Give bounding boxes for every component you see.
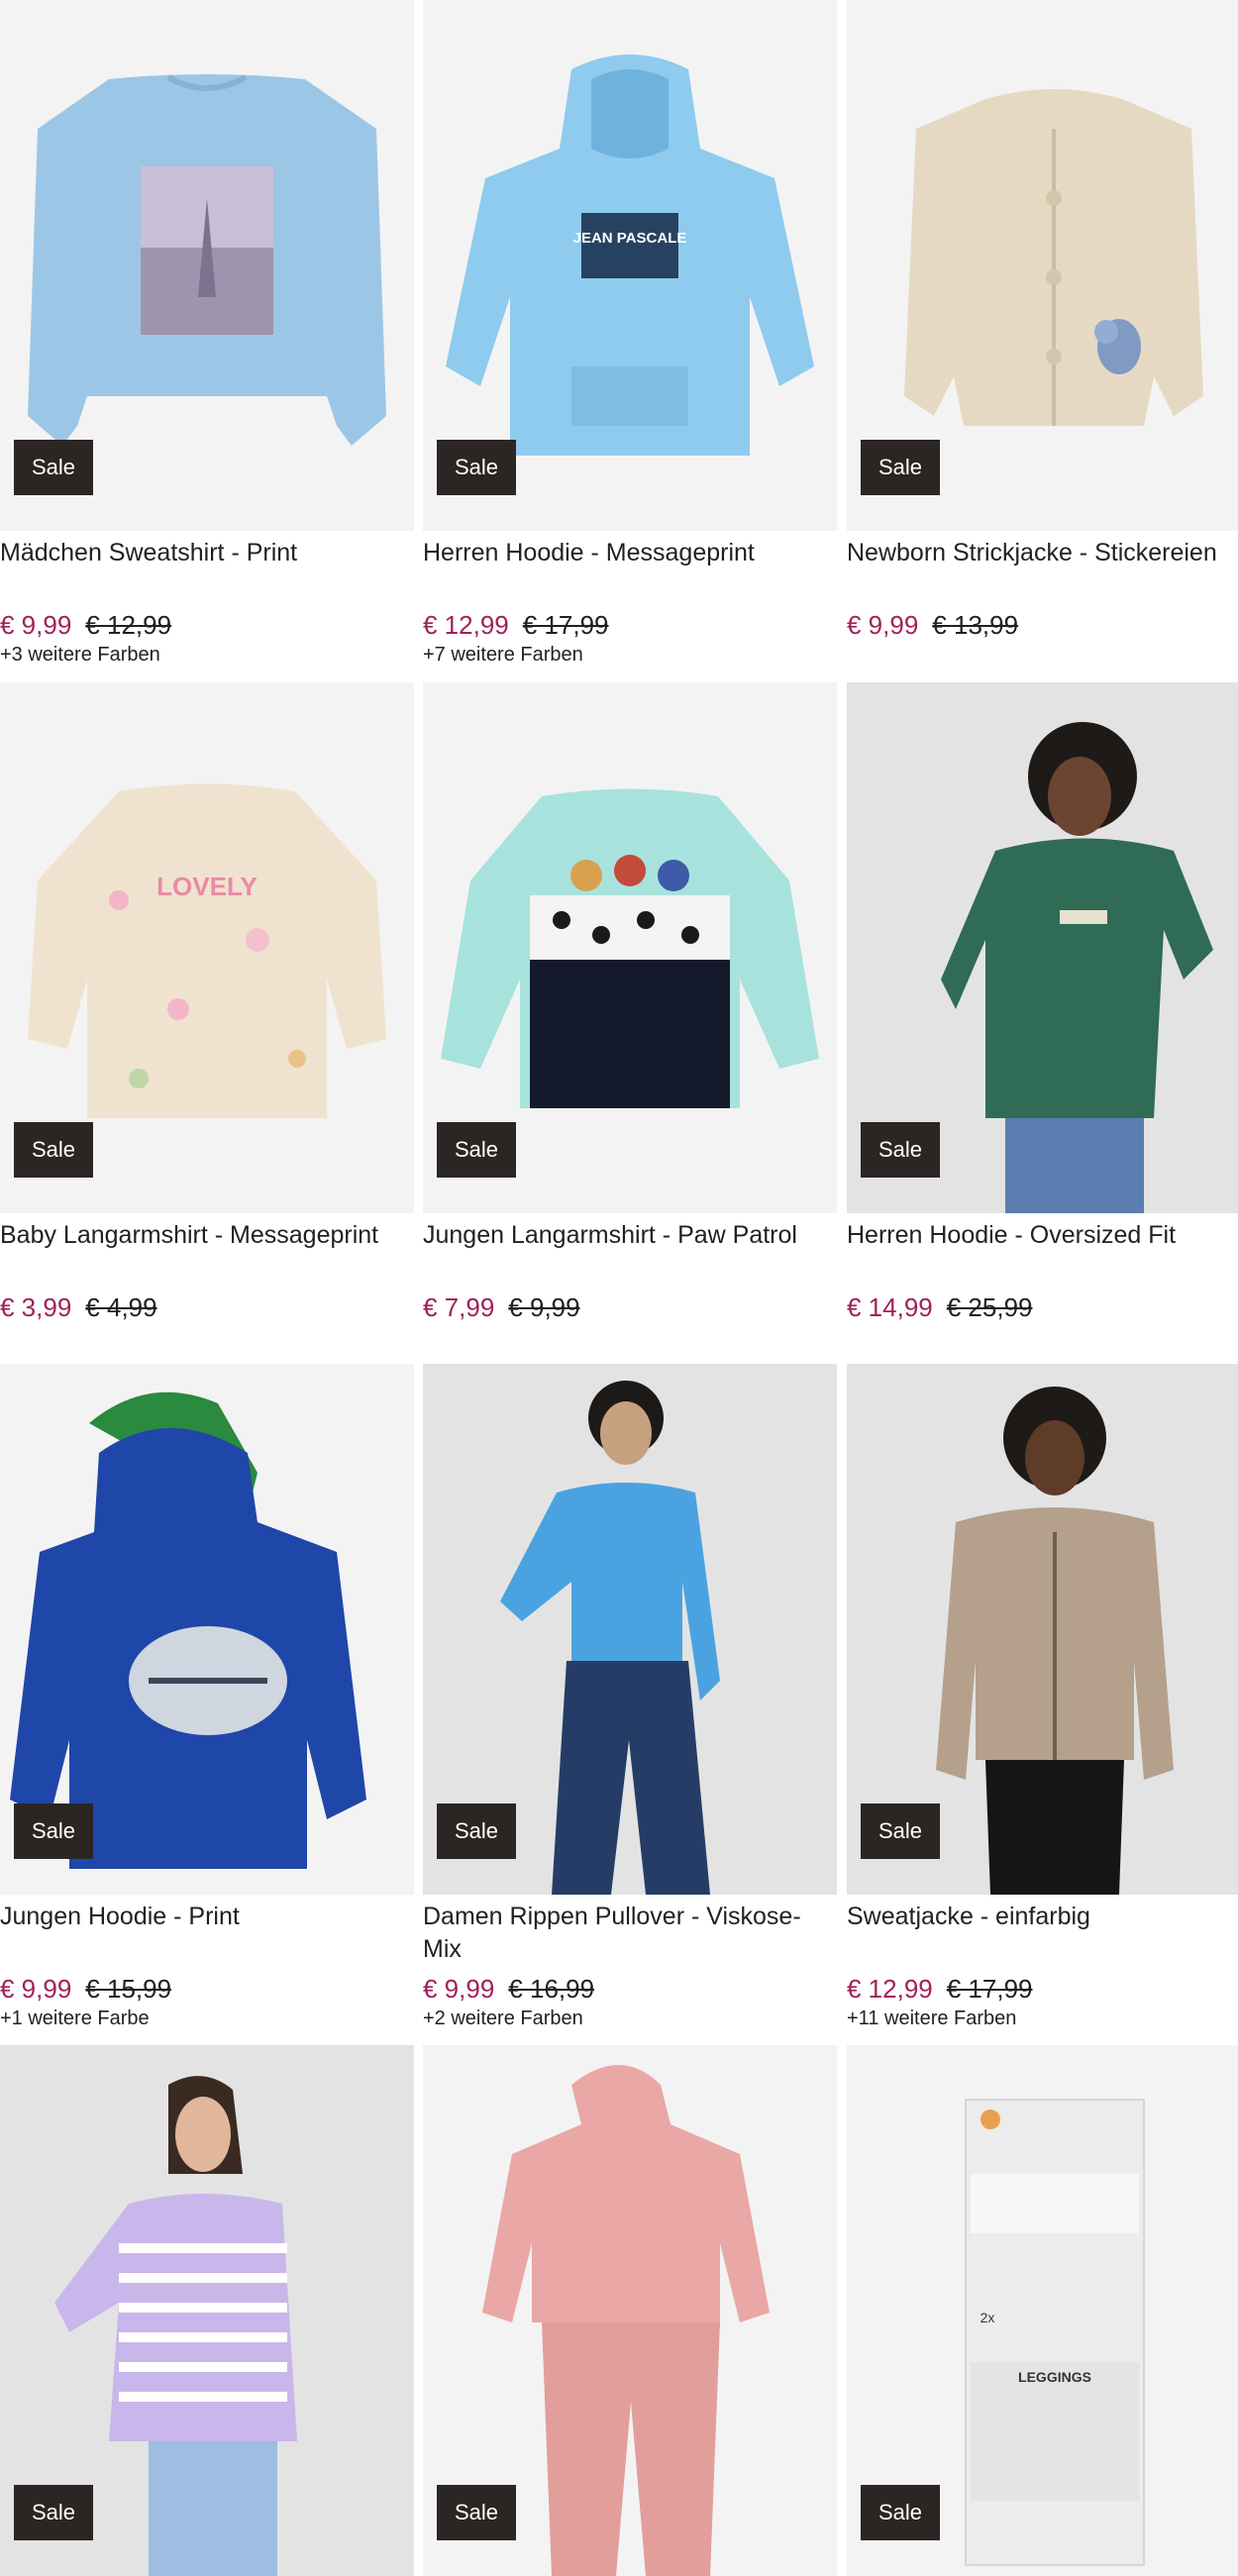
product-card[interactable]: Sale Damen Rippen Pullover - Viskose-Mix…: [423, 1364, 837, 2031]
product-image[interactable]: Sale: [847, 1364, 1238, 1895]
more-colors[interactable]: +11 weitere Farben: [847, 2006, 1238, 2031]
sale-badge: Sale: [14, 1803, 93, 1859]
sale-price: € 7,99: [423, 1292, 495, 1322]
product-image[interactable]: Sale: [423, 682, 837, 1213]
product-prices: € 9,99 € 15,99: [0, 1972, 414, 2006]
original-price: € 13,99: [932, 610, 1019, 640]
sale-price: € 14,99: [847, 1292, 933, 1322]
product-image[interactable]: Sale: [847, 0, 1238, 531]
sale-price: € 9,99: [847, 610, 919, 640]
product-prices: € 9,99 € 16,99: [423, 1972, 837, 2006]
product-title[interactable]: Herren Hoodie - Messageprint: [423, 537, 837, 602]
sale-badge: Sale: [861, 2485, 940, 2540]
sale-badge: Sale: [437, 440, 516, 495]
sale-badge: Sale: [14, 2485, 93, 2540]
sale-price: € 3,99: [0, 1292, 72, 1322]
product-card[interactable]: JEAN PASCALE Sale Herren Hoodie - Messag…: [423, 0, 837, 668]
more-colors[interactable]: +7 weitere Farben: [423, 642, 837, 668]
product-title[interactable]: Mädchen Sweatshirt - Print: [0, 537, 414, 602]
original-price: € 15,99: [85, 1974, 172, 2004]
product-prices: € 12,99 € 17,99: [847, 1972, 1238, 2006]
product-title[interactable]: Jungen Langarmshirt - Paw Patrol: [423, 1219, 837, 1285]
sale-badge: Sale: [861, 1122, 940, 1178]
print-text: LEGGINGS: [1018, 2369, 1091, 2385]
product-prices: € 7,99 € 9,99: [423, 1290, 837, 1324]
original-price: € 9,99: [508, 1292, 580, 1322]
product-image[interactable]: Sale: [0, 2045, 414, 2576]
product-image[interactable]: 2x LEGGINGS Sale: [847, 2045, 1238, 2576]
product-prices: € 9,99 € 13,99: [847, 608, 1238, 642]
sale-price: € 12,99: [847, 1974, 933, 2004]
product-card[interactable]: Sale Jungen Hoodie - Print € 9,99 € 15,99…: [0, 1364, 414, 2031]
product-prices: € 3,99 € 4,99: [0, 1290, 414, 1324]
product-image[interactable]: JEAN PASCALE Sale: [423, 0, 837, 531]
sale-price: € 9,99: [423, 1974, 495, 2004]
sale-badge: Sale: [437, 1803, 516, 1859]
product-title[interactable]: Baby Langarmshirt - Messageprint: [0, 1219, 414, 1285]
original-price: € 17,99: [522, 610, 609, 640]
product-image[interactable]: Sale: [847, 682, 1238, 1213]
print-text: JEAN PASCALE: [573, 230, 687, 247]
product-image[interactable]: Sale: [423, 1364, 837, 1895]
product-card[interactable]: LOVELY Sale Baby Langarmshirt - Messagep…: [0, 682, 414, 1324]
original-price: € 17,99: [946, 1974, 1033, 2004]
original-price: € 25,99: [946, 1292, 1033, 1322]
product-prices: € 14,99 € 25,99: [847, 1290, 1238, 1324]
more-colors[interactable]: +1 weitere Farbe: [0, 2006, 414, 2031]
sale-badge: Sale: [861, 440, 940, 495]
product-title[interactable]: Newborn Strickjacke - Stickereien: [847, 537, 1238, 602]
sale-badge: Sale: [437, 1122, 516, 1178]
sale-price: € 9,99: [0, 610, 72, 640]
product-card[interactable]: Sale: [0, 2045, 414, 2576]
product-card[interactable]: 2x LEGGINGS Sale: [847, 2045, 1238, 2576]
sale-price: € 12,99: [423, 610, 509, 640]
sale-price: € 9,99: [0, 1974, 72, 2004]
original-price: € 12,99: [85, 610, 172, 640]
more-colors[interactable]: +2 weitere Farben: [423, 2006, 837, 2031]
pack-text: 2x: [980, 2310, 995, 2325]
print-text: LOVELY: [156, 872, 258, 901]
product-card[interactable]: Sale Jungen Langarmshirt - Paw Patrol € …: [423, 682, 837, 1324]
product-title[interactable]: Damen Rippen Pullover - Viskose-Mix: [423, 1901, 837, 1966]
product-grid: Sale Mädchen Sweatshirt - Print € 9,99 € …: [0, 0, 1238, 2576]
product-image[interactable]: LOVELY Sale: [0, 682, 414, 1213]
product-image[interactable]: Sale: [423, 2045, 837, 2576]
product-title[interactable]: Herren Hoodie - Oversized Fit: [847, 1219, 1238, 1285]
product-image[interactable]: Sale: [0, 0, 414, 531]
product-prices: € 9,99 € 12,99: [0, 608, 414, 642]
sale-badge: Sale: [861, 1803, 940, 1859]
sale-badge: Sale: [14, 440, 93, 495]
product-title[interactable]: Sweatjacke - einfarbig: [847, 1901, 1238, 1966]
product-title[interactable]: Jungen Hoodie - Print: [0, 1901, 414, 1966]
product-card[interactable]: Sale Sweatjacke - einfarbig € 12,99 € 17,…: [847, 1364, 1238, 2031]
original-price: € 4,99: [85, 1292, 157, 1322]
product-card[interactable]: Sale Herren Hoodie - Oversized Fit € 14,…: [847, 682, 1238, 1324]
more-colors[interactable]: +3 weitere Farben: [0, 642, 414, 668]
original-price: € 16,99: [508, 1974, 595, 2004]
product-card[interactable]: Sale Mädchen Sweatshirt - Print € 9,99 € …: [0, 0, 414, 668]
product-card[interactable]: Sale Newborn Strickjacke - Stickereien €…: [847, 0, 1238, 642]
product-prices: € 12,99 € 17,99: [423, 608, 837, 642]
product-card[interactable]: Sale: [423, 2045, 837, 2576]
product-image[interactable]: Sale: [0, 1364, 414, 1895]
sale-badge: Sale: [14, 1122, 93, 1178]
sale-badge: Sale: [437, 2485, 516, 2540]
